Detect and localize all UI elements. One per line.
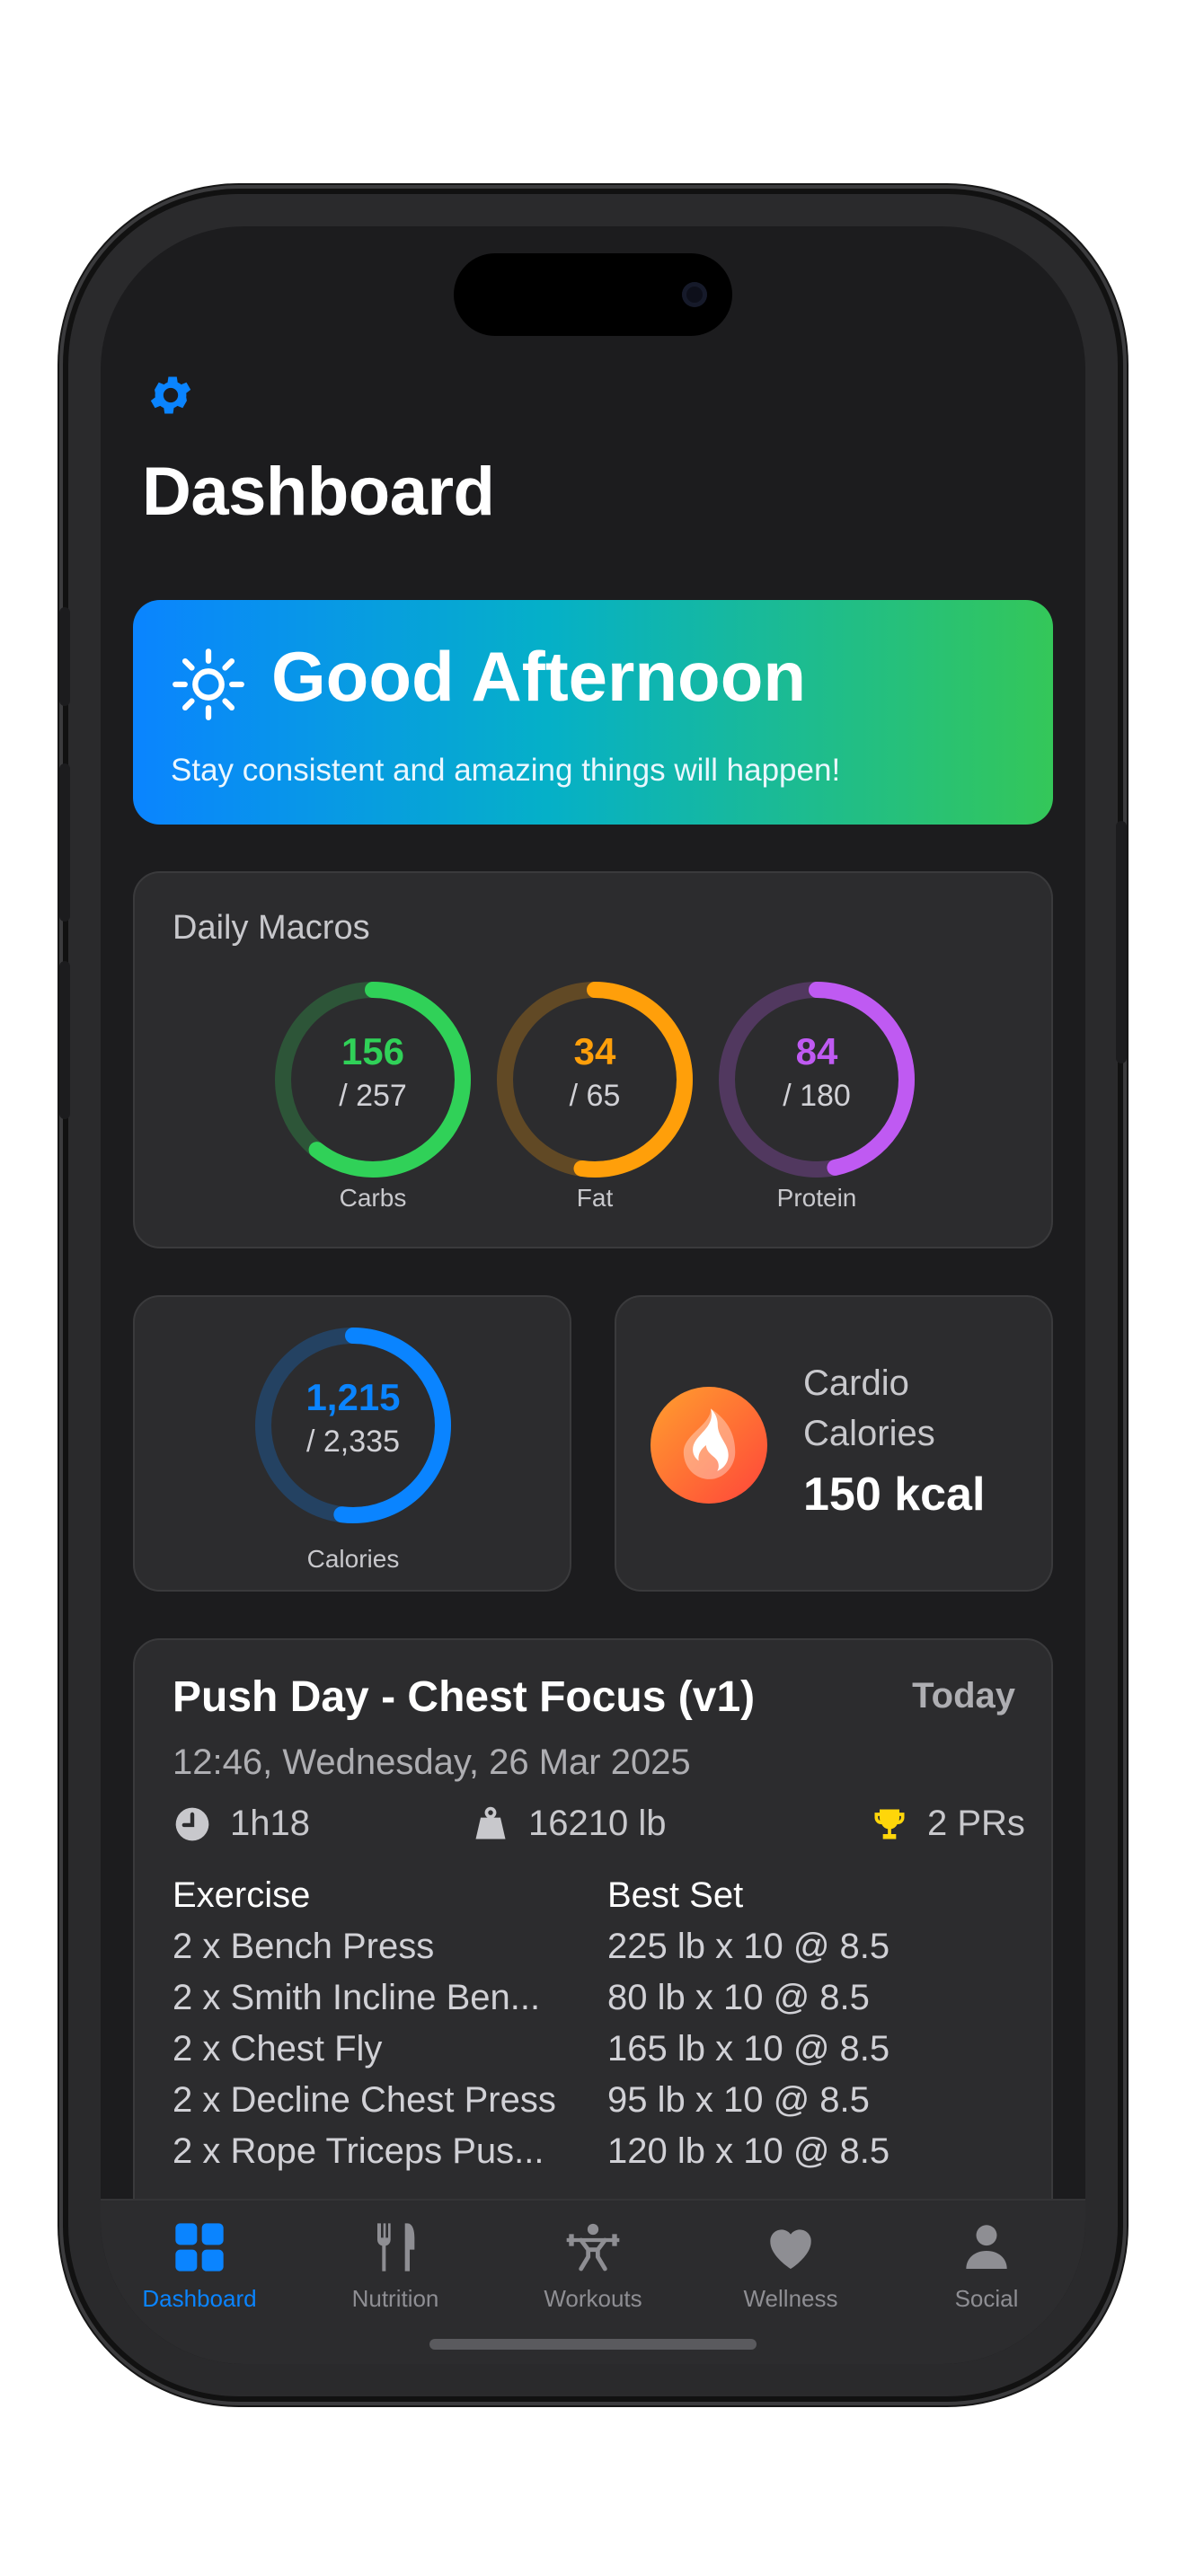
protein-goal: / 180 (783, 1079, 851, 1113)
best-set: 120 lb x 10 @ 8.5 (607, 2131, 890, 2171)
tab-label: Wellness (743, 2285, 838, 2312)
power-button (1116, 821, 1127, 1063)
tab-wellness[interactable]: Wellness (710, 2219, 872, 2313)
tab-label: Nutrition (351, 2285, 439, 2312)
calories-label: Calories (306, 1545, 400, 1573)
exercise-name: 2 x Chest Fly (173, 2029, 383, 2069)
calories-goal: / 2,335 (306, 1425, 400, 1459)
cardio-title-line2: Calories (803, 1414, 935, 1453)
cardio-title-line1: Cardio (803, 1363, 909, 1403)
tab-label: Social (954, 2285, 1019, 2312)
person-icon (966, 2225, 1007, 2269)
table-row: 2 x Rope Triceps Pus... 120 lb x 10 @ 8.… (173, 2126, 1017, 2177)
table-row: 2 x Bench Press 225 lb x 10 @ 8.5 (173, 1921, 1017, 1972)
best-set: 80 lb x 10 @ 8.5 (607, 1978, 870, 2017)
flame-icon (651, 1387, 767, 1504)
tab-social[interactable]: Social (906, 2219, 1067, 2313)
greeting-title: Good Afternoon (271, 637, 806, 716)
prs-value: 2 PRs (927, 1804, 1025, 1843)
cardio-title: Cardio Calories (803, 1358, 935, 1459)
exercise-table: Exercise Best Set 2 x Bench Press 225 lb… (173, 1870, 1017, 2177)
tab-nutrition[interactable]: Nutrition (314, 2219, 476, 2313)
calories-ring: 1,215 / 2,335 (250, 1322, 456, 1529)
greeting-subtitle: Stay consistent and amazing things will … (171, 753, 841, 788)
duration-stat: 1h18 (173, 1804, 310, 1844)
trophy-icon (874, 1809, 905, 1839)
table-header: Exercise Best Set (173, 1870, 1017, 1921)
fat-ring: 34 / 65 (491, 976, 698, 1183)
workout-title: Push Day - Chest Focus (v1) (173, 1673, 756, 1721)
page-title: Dashboard (142, 454, 495, 530)
table-row: 2 x Chest Fly 165 lb x 10 @ 8.5 (173, 2024, 1017, 2075)
best-set: 225 lb x 10 @ 8.5 (607, 1927, 890, 1966)
camera-icon (682, 282, 707, 307)
fat-goal: / 65 (569, 1079, 621, 1113)
fat-value: 34 (573, 1030, 616, 1072)
app-screen: Dashboard Good Afternoon Stay consistent… (101, 226, 1085, 2364)
volume-down-button (59, 961, 70, 1119)
protein-label: Protein (776, 1184, 857, 1212)
dynamic-island (454, 253, 732, 336)
gear-icon[interactable] (146, 370, 196, 420)
volume-value: 16210 lb (528, 1804, 667, 1843)
workout-summary-card[interactable]: Push Day - Chest Focus (v1) Today 12:46,… (133, 1638, 1053, 2267)
home-indicator[interactable] (429, 2339, 757, 2350)
grid-icon (175, 2223, 224, 2272)
weightlifter-icon (566, 2223, 620, 2272)
table-row: 2 x Decline Chest Press 95 lb x 10 @ 8.5 (173, 2075, 1017, 2126)
workout-date-badge: Today (912, 1676, 1015, 1716)
action-button (59, 607, 70, 706)
table-row: 2 x Smith Incline Ben... 80 lb x 10 @ 8.… (173, 1972, 1017, 2024)
cardio-calories-card[interactable]: Cardio Calories 150 kcal (615, 1295, 1053, 1592)
workout-datetime: 12:46, Wednesday, 26 Mar 2025 (173, 1742, 691, 1782)
tab-workouts[interactable]: Workouts (512, 2219, 674, 2313)
volume-stat: 16210 lb (471, 1804, 666, 1844)
tab-dashboard[interactable]: Dashboard (119, 2219, 280, 2313)
exercise-name: 2 x Rope Triceps Pus... (173, 2131, 544, 2171)
cardio-value: 150 kcal (803, 1469, 986, 1521)
clock-icon (175, 1807, 209, 1840)
carbs-ring: 156 / 257 (270, 976, 476, 1183)
exercise-column-header: Exercise (173, 1875, 311, 1915)
daily-macros-card[interactable]: Daily Macros 156 / 257 Carbs 34 / 65 Fat… (133, 871, 1053, 1248)
sun-icon (173, 648, 244, 720)
fork-knife-icon (377, 2223, 415, 2272)
best-set: 165 lb x 10 @ 8.5 (607, 2029, 890, 2069)
best-set: 95 lb x 10 @ 8.5 (607, 2080, 870, 2120)
tab-label: Workouts (544, 2285, 642, 2312)
tab-label: Dashboard (142, 2285, 257, 2312)
calories-value: 1,215 (305, 1376, 401, 1418)
prs-stat: 2 PRs (870, 1804, 1025, 1844)
macros-label: Daily Macros (173, 909, 370, 947)
exercise-name: 2 x Decline Chest Press (173, 2080, 556, 2120)
weight-icon (475, 1806, 506, 1839)
heart-icon (770, 2229, 811, 2269)
duration-value: 1h18 (230, 1804, 310, 1843)
protein-value: 84 (795, 1030, 838, 1072)
carbs-label: Carbs (339, 1184, 407, 1212)
carbs-value: 156 (341, 1030, 405, 1072)
exercise-name: 2 x Smith Incline Ben... (173, 1978, 541, 2017)
volume-up-button (59, 763, 70, 922)
greeting-banner: Good Afternoon Stay consistent and amazi… (133, 600, 1053, 825)
carbs-goal: / 257 (339, 1079, 407, 1113)
fat-label: Fat (576, 1184, 614, 1212)
best-set-column-header: Best Set (607, 1875, 744, 1915)
protein-ring: 84 / 180 (713, 976, 920, 1183)
exercise-name: 2 x Bench Press (173, 1927, 435, 1966)
calories-card[interactable]: 1,215 / 2,335 Calories (133, 1295, 571, 1592)
